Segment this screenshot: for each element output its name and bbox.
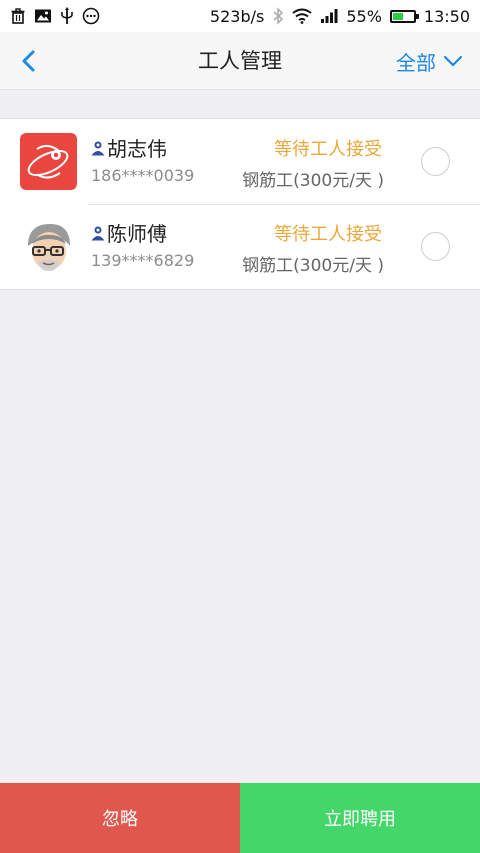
signal-icon: [320, 8, 338, 24]
worker-name-line: 胡志伟: [90, 133, 167, 162]
worker-name: 胡志伟: [107, 137, 167, 161]
worker-job: 钢筋工(300元/天 ): [242, 256, 384, 276]
worker-status: 等待工人接受: [274, 224, 382, 245]
status-bar-left: [10, 7, 100, 25]
net-speed: 523b/s: [209, 6, 265, 26]
navigation-bar: 工人管理 全部: [0, 32, 480, 90]
filter-label: 全部: [396, 50, 436, 75]
worker-phone: 139****6829: [91, 251, 195, 270]
usb-icon: [60, 7, 74, 25]
worker-row[interactable]: 胡志伟 186****0039 等待工人接受 钢筋工(300元/天 ): [0, 119, 480, 204]
ignore-button[interactable]: 忽略: [0, 783, 240, 853]
status-bar: 523b/s 55% 13:50: [0, 0, 480, 32]
more-dots-icon: [82, 7, 100, 25]
battery-percent: 55%: [346, 6, 382, 26]
worker-row[interactable]: 陈师傅 139****6829 等待工人接受 钢筋工(300元/天 ): [0, 204, 480, 289]
status-bar-right: 523b/s 55% 13:50: [210, 7, 470, 26]
battery-fill: [392, 12, 403, 20]
worker-avatar: [20, 218, 77, 275]
worker-status: 等待工人接受: [274, 139, 382, 160]
bluetooth-icon: [272, 7, 284, 25]
worker-name: 陈师傅: [107, 222, 167, 246]
worker-avatar: [20, 133, 77, 190]
hire-now-button[interactable]: 立即聘用: [240, 783, 480, 853]
worker-select-radio[interactable]: [421, 232, 450, 261]
battery-icon: [389, 9, 419, 23]
person-icon: [91, 141, 105, 155]
worker-phone: 186****0039: [91, 166, 195, 185]
worker-name-line: 陈师傅: [90, 218, 167, 247]
filter-dropdown[interactable]: 全部: [396, 32, 464, 90]
worker-select-radio[interactable]: [421, 147, 450, 176]
wifi-icon: [292, 8, 312, 24]
red-logo-avatar-icon: [20, 133, 77, 190]
worker-job: 钢筋工(300元/天 ): [242, 171, 384, 191]
clock: 13:50: [423, 6, 470, 26]
chevron-down-icon: [443, 55, 463, 67]
person-icon: [91, 226, 105, 240]
worker-list: 胡志伟 186****0039 等待工人接受 钢筋工(300元/天 ) 陈师傅 …: [0, 118, 480, 290]
bottom-action-bar: 忽略 立即聘用: [0, 783, 480, 853]
image-icon: [34, 8, 52, 24]
trash-icon: [10, 8, 26, 24]
cartoon-man-avatar-icon: [20, 218, 77, 275]
